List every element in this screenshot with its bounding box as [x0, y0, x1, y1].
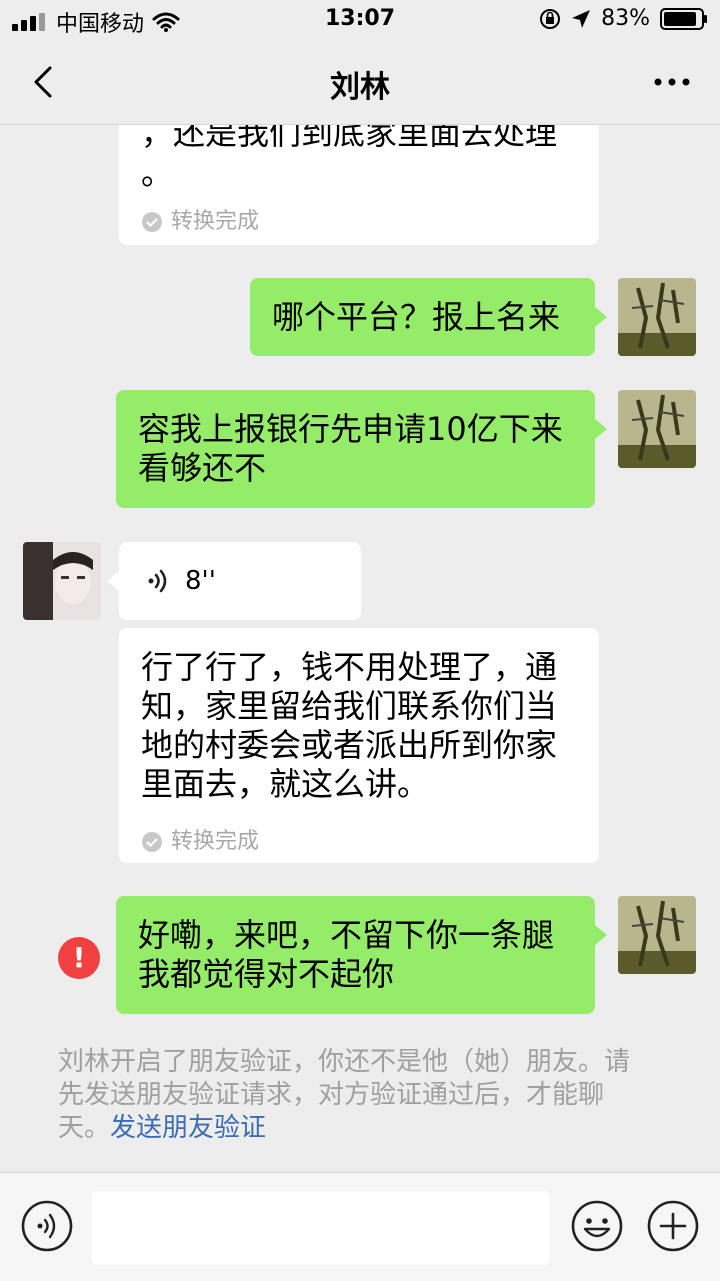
avatar-image	[618, 896, 696, 974]
contact-avatar[interactable]	[23, 542, 101, 620]
bubble-tail	[595, 419, 607, 439]
check-circle-icon	[142, 831, 162, 852]
emoji-icon[interactable]	[570, 1199, 624, 1253]
outgoing-message-bubble[interactable]: 好嘞，来吧，不留下你一条腿 我都觉得对不起你	[116, 896, 595, 1014]
status-right: 83%	[539, 6, 708, 31]
message-text: 哪个平台？报上名来	[272, 298, 561, 336]
chat-area[interactable]: ，还是我们到底家里面去处理 。 转换完成 哪个平台？报上名来 容我上报银行先申请…	[0, 124, 720, 1172]
input-bar	[0, 1172, 720, 1281]
avatar-image	[618, 278, 696, 356]
incoming-voice-bubble[interactable]: 8''	[119, 542, 361, 620]
status-bar: 中国移动 13:07 83%	[0, 0, 720, 40]
battery-percent: 83%	[601, 6, 650, 31]
message-line: ，还是我们到底家里面去处理	[141, 124, 558, 152]
message-line: 看够还不	[138, 449, 267, 487]
notice-line: 先发送朋友验证请求，对方验证通过后，才能聊	[58, 1080, 605, 1110]
message-line: 地的村委会或者派出所到你家	[141, 726, 558, 764]
conversion-status: 转换完成	[141, 202, 259, 241]
notice-line: 天。发送朋友验证	[58, 1113, 267, 1143]
voice-duration: 8''	[185, 566, 216, 596]
avatar-image	[618, 390, 696, 468]
more-options-icon[interactable]	[652, 72, 692, 92]
message-line: 知，家里留给我们联系你们当	[141, 687, 558, 725]
outgoing-message-bubble[interactable]: 容我上报银行先申请10亿下来 看够还不	[116, 390, 595, 508]
message-line: 。	[141, 154, 174, 192]
send-failed-icon[interactable]: !	[58, 937, 100, 979]
voice-input-icon[interactable]	[20, 1199, 74, 1253]
message-line: 我都觉得对不起你	[138, 955, 395, 993]
bubble-tail	[595, 925, 607, 945]
outgoing-message-bubble[interactable]: 哪个平台？报上名来	[250, 278, 595, 356]
incoming-voice-text-bubble[interactable]: 行了行了，钱不用处理了，通 知，家里留给我们联系你们当 地的村委会或者派出所到你…	[119, 628, 599, 863]
message-line: 里面去，就这么讲。	[141, 765, 430, 803]
add-more-icon[interactable]	[646, 1199, 700, 1253]
conversion-status: 转换完成	[141, 822, 259, 861]
nav-bar: 刘林	[0, 40, 720, 125]
bubble-tail	[107, 571, 119, 591]
incoming-voice-text-bubble[interactable]: ，还是我们到底家里面去处理 。 转换完成	[119, 124, 599, 245]
message-input[interactable]	[92, 1191, 550, 1265]
message-line: 容我上报银行先申请10亿下来	[138, 410, 563, 448]
notice-line: 刘林开启了朋友验证，你还不是他（她）朋友。请	[58, 1047, 631, 1077]
friend-verification-notice: 刘林开启了朋友验证，你还不是他（她）朋友。请 先发送朋友验证请求，对方验证通过后…	[58, 1046, 668, 1145]
message-line: 好嘞，来吧，不留下你一条腿	[138, 916, 555, 954]
message-line: 行了行了，钱不用处理了，通	[141, 648, 558, 686]
location-arrow-icon	[572, 9, 591, 28]
chat-title: 刘林	[330, 70, 390, 105]
orientation-lock-icon	[540, 8, 561, 29]
self-avatar[interactable]	[618, 390, 696, 468]
bubble-tail	[595, 307, 607, 327]
avatar-image	[23, 542, 101, 620]
self-avatar[interactable]	[618, 896, 696, 974]
voice-wave-icon	[148, 569, 167, 593]
send-verification-link[interactable]: 发送朋友验证	[110, 1113, 266, 1143]
battery-icon	[660, 7, 707, 30]
check-circle-icon	[142, 211, 162, 232]
self-avatar[interactable]	[618, 278, 696, 356]
